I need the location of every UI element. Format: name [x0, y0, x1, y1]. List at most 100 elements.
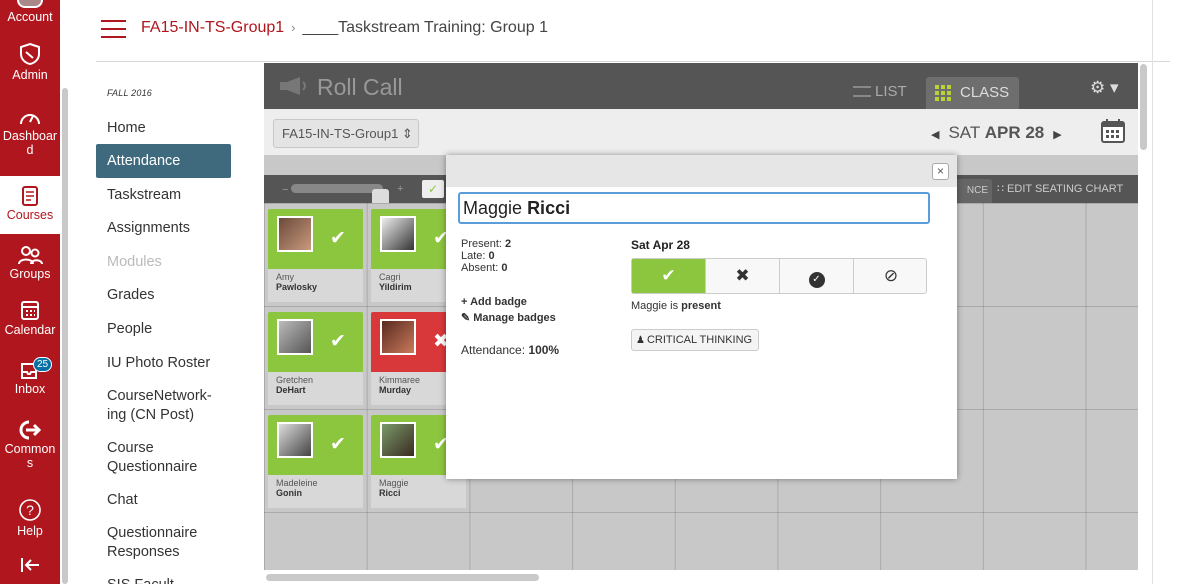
- inbox-link[interactable]: 25 Inbox: [0, 357, 60, 396]
- settings-gear-icon[interactable]: ⚙ ▾: [1090, 78, 1119, 98]
- commons-label-2: s: [26, 456, 34, 470]
- dashboard-link[interactable]: Dashboar d: [0, 109, 60, 157]
- course-nav-attendance[interactable]: Attendance: [96, 144, 231, 178]
- course-nav-photo-roster[interactable]: IU Photo Roster: [96, 354, 231, 373]
- late-stat: Late: 0: [461, 250, 511, 262]
- help-icon: ?: [19, 499, 41, 521]
- next-date-button[interactable]: ▶: [1053, 129, 1061, 141]
- term-label: FALL 2016: [107, 88, 153, 98]
- groups-icon: [18, 246, 43, 265]
- absent-stat-value: 0: [501, 262, 508, 274]
- student-photo: [277, 319, 313, 355]
- list-view-label: LIST: [875, 83, 907, 100]
- student-first-name: Amy: [276, 272, 294, 282]
- student-first-name: Maggie: [463, 198, 523, 218]
- student-status-tile[interactable]: ✔: [268, 312, 363, 372]
- commons-link[interactable]: Common s: [0, 420, 60, 470]
- global-navigation: Account Admin Dashboar d Courses Groups …: [0, 0, 60, 584]
- badge-person-icon: ♟: [636, 335, 645, 346]
- roll-call-header: Roll Call LIST CLASS ⚙ ▾: [264, 63, 1138, 109]
- student-first-name: Kimmaree: [379, 375, 421, 385]
- mark-late-button[interactable]: ✓: [780, 259, 854, 293]
- mark-all-present-icon[interactable]: ✓: [422, 180, 444, 198]
- attendance-tab[interactable]: NCE: [954, 179, 992, 203]
- late-stat-value: 0: [488, 250, 495, 262]
- student-photo: [380, 319, 416, 355]
- close-button[interactable]: ×: [932, 163, 949, 180]
- course-nav-questionnaire-responses[interactable]: Questionnaire Responses: [96, 524, 216, 562]
- inbox-label: Inbox: [14, 382, 46, 396]
- student-card[interactable]: ✔ Gretchen DeHart: [268, 312, 363, 405]
- attendance-stats: Present: 2 Late: 0 Absent: 0: [461, 238, 511, 274]
- mark-absent-button[interactable]: ✖: [706, 259, 780, 293]
- groups-label: Groups: [9, 267, 51, 281]
- admin-link[interactable]: Admin: [0, 42, 60, 82]
- course-nav-chat[interactable]: Chat: [96, 491, 231, 510]
- mark-unmarked-button[interactable]: ⊘: [854, 259, 928, 293]
- menu-toggle-button[interactable]: [101, 20, 126, 40]
- status-message-prefix: Maggie is: [631, 300, 679, 312]
- date-navigation: ◀ SAT APR 28 ▶: [931, 123, 1062, 143]
- course-nav-people[interactable]: People: [96, 320, 231, 339]
- inbox-count-badge: 25: [33, 357, 53, 372]
- student-status-tile[interactable]: ✔: [268, 415, 363, 475]
- horizontal-scrollbar[interactable]: [266, 574, 539, 581]
- student-last-name: Ricci: [379, 488, 401, 498]
- courses-link[interactable]: Courses: [0, 176, 60, 234]
- shield-icon: [20, 42, 40, 66]
- attendance-percentage-value: 100%: [528, 343, 560, 357]
- zoom-slider[interactable]: [291, 184, 389, 206]
- vertical-scrollbar[interactable]: [1140, 64, 1147, 150]
- student-status-tile[interactable]: ✔: [268, 209, 363, 269]
- dashboard-label-2: d: [26, 143, 34, 157]
- course-nav-home[interactable]: Home: [96, 119, 231, 138]
- student-name-heading[interactable]: Maggie Ricci: [458, 192, 930, 224]
- header-divider: [96, 61, 1170, 62]
- course-nav-assignments[interactable]: Assignments: [96, 219, 231, 238]
- section-select[interactable]: FA15-IN-TS-Group1 ⇕: [273, 119, 419, 148]
- student-name: Amy Pawlosky: [268, 269, 363, 302]
- present-check-icon: ✔: [330, 331, 346, 352]
- list-icon: [853, 86, 871, 97]
- attendance-percentage: Attendance: 100%: [461, 343, 559, 357]
- edit-seating-chart-button[interactable]: ∷ EDIT SEATING CHART: [997, 182, 1123, 195]
- account-link[interactable]: Account: [0, 0, 60, 24]
- course-nav-modules[interactable]: Modules: [96, 253, 231, 272]
- add-badge-link[interactable]: + Add badge: [461, 296, 527, 308]
- previous-date-button[interactable]: ◀: [931, 129, 939, 141]
- student-photo: [277, 422, 313, 458]
- calendar-link[interactable]: Calendar: [0, 299, 60, 337]
- breadcrumb-course-link[interactable]: FA15-IN-TS-Group1: [141, 19, 284, 36]
- student-card[interactable]: ✔ Madeleine Gonin: [268, 415, 363, 508]
- groups-link[interactable]: Groups: [0, 245, 60, 281]
- course-nav-sis-faculty[interactable]: SIS Facult: [96, 576, 231, 584]
- critical-thinking-badge[interactable]: ♟ CRITICAL THINKING: [631, 329, 760, 351]
- student-photo: [380, 216, 416, 252]
- commons-label-1: Common: [4, 442, 56, 456]
- attendance-percentage-label: Attendance:: [461, 343, 526, 357]
- zoom-out-icon[interactable]: −: [282, 184, 288, 196]
- zoom-in-icon[interactable]: +: [397, 183, 403, 195]
- status-message: Maggie is present: [631, 300, 721, 312]
- help-link[interactable]: ? Help: [0, 498, 60, 538]
- calendar-picker-icon[interactable]: [1100, 118, 1126, 144]
- class-view-tab[interactable]: CLASS: [926, 77, 1019, 109]
- status-message-value: present: [681, 300, 721, 312]
- collapse-nav-button[interactable]: [0, 556, 60, 576]
- manage-badges-link[interactable]: ✎ Manage badges: [461, 311, 556, 324]
- list-view-button[interactable]: LIST: [853, 83, 907, 100]
- mark-present-button[interactable]: ✔: [632, 259, 706, 293]
- student-card[interactable]: ✔ Amy Pawlosky: [268, 209, 363, 302]
- date-day-of-week: SAT: [948, 123, 980, 142]
- book-icon: [22, 186, 38, 206]
- dashboard-label-1: Dashboar: [2, 129, 58, 143]
- date-value: APR 28: [984, 123, 1045, 142]
- course-nav-course-questionnaire[interactable]: Course Questionnaire: [96, 439, 216, 477]
- calendar-label: Calendar: [4, 323, 56, 337]
- course-nav-coursenetworking[interactable]: CourseNetwork-ing (CN Post): [96, 387, 226, 425]
- course-nav-taskstream[interactable]: Taskstream: [96, 186, 231, 205]
- attendance-status-selector: ✔ ✖ ✓ ⊘: [631, 258, 927, 294]
- course-nav-grades[interactable]: Grades: [96, 286, 231, 305]
- student-last-name: Ricci: [527, 198, 571, 218]
- nav-scrollbar[interactable]: [62, 88, 68, 584]
